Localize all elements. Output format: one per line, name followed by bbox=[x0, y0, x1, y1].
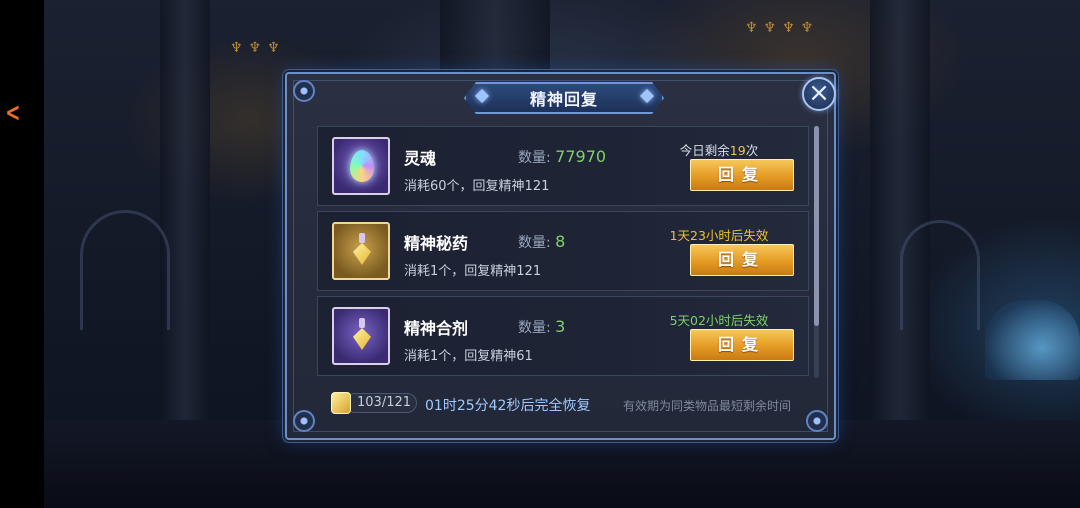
quantity-label: 数量: bbox=[518, 320, 556, 336]
stamina-value: 103/121 bbox=[357, 395, 412, 410]
background-arch bbox=[80, 210, 170, 330]
background-arch bbox=[900, 220, 980, 330]
chandelier-right: ♆♆♆♆ bbox=[745, 20, 820, 36]
expiry-status: 5天02小时后失效 bbox=[669, 313, 769, 328]
list-scrollbar[interactable] bbox=[814, 126, 819, 378]
close-button[interactable]: × bbox=[802, 77, 836, 111]
side-handle-icon[interactable]: < bbox=[5, 98, 20, 128]
item-description: 消耗60个，回复精神121 bbox=[404, 179, 550, 194]
list-item-spirit-mixture: 精神合剂 数量: 3 消耗1个，回复精神61 5天02小时后失效 回复 bbox=[317, 296, 809, 376]
spirit-recovery-dialog: 精神回复 × 灵魂 数量: 77970 消耗60个，回复精神121 今日剩余19… bbox=[285, 72, 836, 440]
item-quantity: 数量: 3 bbox=[518, 317, 565, 337]
item-name: 灵魂 bbox=[404, 149, 437, 168]
close-icon: × bbox=[808, 78, 830, 108]
full-recovery-timer: 01时25分42秒后完全恢复 bbox=[425, 398, 591, 414]
dialog-title: 精神回复 bbox=[529, 90, 598, 109]
quantity-label: 数量: bbox=[518, 235, 556, 251]
left-edge-strip: < bbox=[0, 0, 44, 508]
item-name: 精神秘药 bbox=[404, 234, 469, 253]
recovery-item-list[interactable]: 灵魂 数量: 77970 消耗60个，回复精神121 今日剩余19次 回复 精神… bbox=[317, 126, 809, 378]
item-description: 消耗1个，回复精神121 bbox=[404, 264, 542, 279]
dialog-title-plate: 精神回复 bbox=[464, 82, 664, 114]
expiry-hint: 有效期为同类物品最短剩余时间 bbox=[623, 399, 792, 413]
item-quantity: 数量: 8 bbox=[518, 232, 565, 252]
quantity-value: 3 bbox=[555, 317, 566, 336]
daily-remaining-status: 今日剩余19次 bbox=[654, 140, 784, 159]
corner-ornament-icon bbox=[293, 80, 315, 102]
list-item-soul: 灵魂 数量: 77970 消耗60个，回复精神121 今日剩余19次 回复 bbox=[317, 126, 809, 206]
chandelier-left: ♆♆♆ bbox=[230, 40, 286, 56]
status-prefix: 今日剩余 bbox=[679, 143, 730, 158]
stamina-icon bbox=[331, 392, 351, 414]
quantity-label: 数量: bbox=[518, 150, 556, 166]
quantity-value: 8 bbox=[555, 232, 566, 251]
recover-button[interactable]: 回复 bbox=[690, 159, 794, 191]
item-quantity: 数量: 77970 bbox=[518, 147, 606, 167]
status-suffix: 次 bbox=[745, 143, 759, 158]
item-description: 消耗1个，回复精神61 bbox=[404, 349, 533, 364]
spirit-mixture-icon[interactable] bbox=[332, 307, 390, 365]
dialog-footer: 103/121 01时25分42秒后完全恢复 有效期为同类物品最短剩余时间 bbox=[331, 390, 811, 418]
item-name: 精神合剂 bbox=[404, 319, 469, 338]
quantity-value: 77970 bbox=[555, 147, 607, 166]
expiry-status: 1天23小时后失效 bbox=[669, 228, 769, 243]
background-pillar bbox=[870, 0, 930, 420]
status-count: 19 bbox=[729, 143, 746, 158]
spirit-potion-icon[interactable] bbox=[332, 222, 390, 280]
scrollbar-thumb[interactable] bbox=[814, 126, 819, 326]
background-pillar bbox=[160, 0, 210, 420]
soul-gem-icon[interactable] bbox=[332, 137, 390, 195]
recover-button[interactable]: 回复 bbox=[690, 329, 794, 361]
fountain bbox=[985, 300, 1080, 380]
recover-button[interactable]: 回复 bbox=[690, 244, 794, 276]
list-item-spirit-potion: 精神秘药 数量: 8 消耗1个，回复精神121 1天23小时后失效 回复 bbox=[317, 211, 809, 291]
corner-ornament-icon bbox=[293, 410, 315, 432]
